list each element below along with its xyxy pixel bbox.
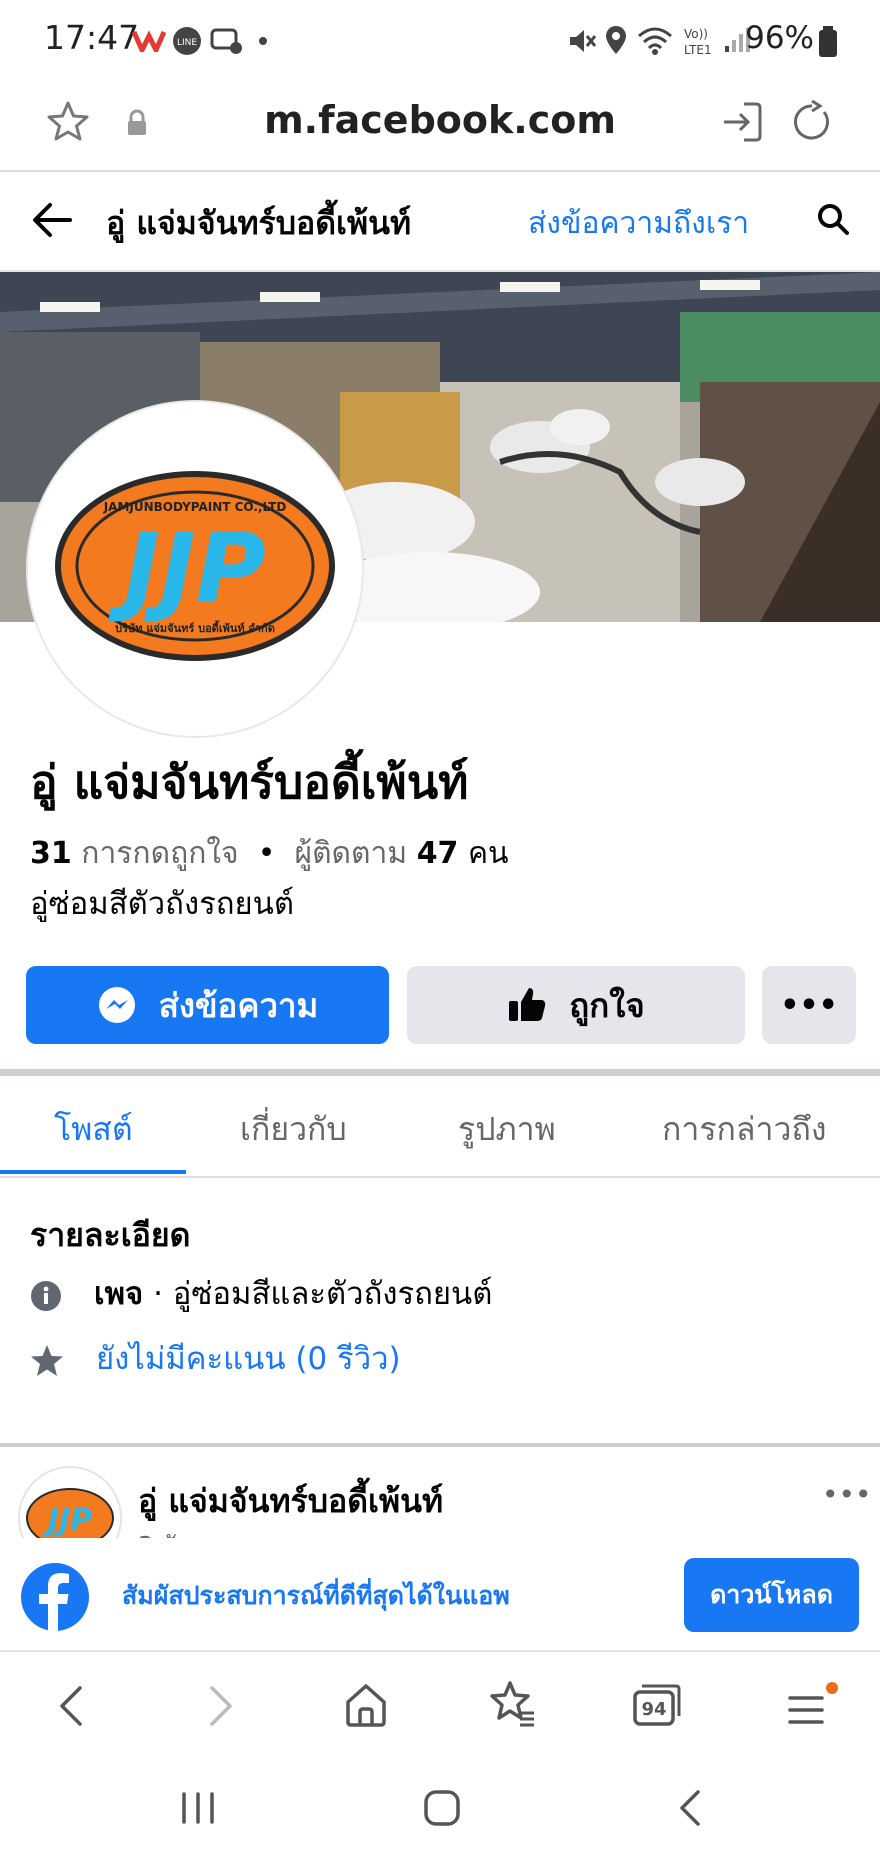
detail-rating: ยังไม่มีคะแนน (0 รีวิว) — [30, 1333, 401, 1383]
status-bar: 17:47 LINE Vo)) LTE1 96% — [0, 0, 880, 82]
tab-count: 94 — [641, 1699, 666, 1720]
tab-photos[interactable]: รูปภาพ — [458, 1104, 556, 1155]
facebook-logo-icon — [21, 1563, 89, 1631]
download-app-button[interactable]: ดาวน์โหลด — [684, 1558, 859, 1632]
like-label: ถูกใจ — [569, 985, 645, 1025]
stats-separator: • — [257, 836, 276, 871]
sign-in-icon[interactable] — [720, 100, 764, 144]
line-app-icon: LINE — [173, 27, 201, 55]
followers-unit: คน — [467, 836, 509, 871]
menu-icon[interactable] — [784, 1680, 840, 1730]
messenger-icon — [98, 987, 135, 1023]
tabs-icon[interactable]: 94 — [632, 1682, 682, 1728]
reload-icon[interactable] — [790, 100, 834, 144]
wifi-icon — [638, 27, 672, 55]
like-button[interactable]: ถูกใจ — [407, 966, 745, 1044]
send-message-button[interactable]: ส่งข้อความ — [26, 966, 389, 1044]
page-category: อู่ซ่อมสีตัวถังรถยนต์ — [30, 886, 294, 922]
likes-count: 31 — [30, 836, 72, 871]
bookmarks-icon[interactable] — [488, 1680, 538, 1730]
details-heading: รายละเอียด — [30, 1216, 191, 1254]
status-time: 17:47 — [44, 18, 140, 57]
header-page-title: อู่ แจ่มจันทร์บอดี้เพ้นท์ — [106, 204, 412, 242]
system-back-icon[interactable] — [670, 1788, 710, 1828]
star-icon — [31, 1344, 63, 1376]
tab-posts[interactable]: โพสต์ — [54, 1104, 133, 1155]
more-notifications-dot-icon — [259, 37, 267, 45]
browser-back-icon[interactable] — [52, 1684, 92, 1728]
send-message-label: ส่งข้อความ — [158, 985, 319, 1025]
app-banner-text: สัมผัสประสบการณ์ที่ดีที่สุดได้ในแอพ — [122, 1581, 510, 1610]
system-navigation-bar — [0, 1762, 880, 1858]
followers-label: ผู้ติดตาม — [294, 836, 408, 871]
page-tabs: โพสต์ เกี่ยวกับ รูปภาพ การกล่าวถึง — [0, 1076, 880, 1178]
section-divider-2 — [0, 1443, 880, 1447]
rating-link[interactable]: ยังไม่มีคะแนน (0 รีวิว) — [96, 1341, 401, 1377]
detail-page-category: เพจ · อู่ซ่อมสีและตัวถังรถยนต์ — [30, 1268, 492, 1318]
section-divider — [0, 1069, 880, 1076]
followers-count: 47 — [416, 836, 459, 871]
more-options-button[interactable]: ••• — [762, 966, 856, 1044]
active-tab-indicator — [0, 1170, 186, 1174]
mute-icon — [570, 30, 596, 52]
system-home-icon[interactable] — [422, 1788, 462, 1828]
profile-picture[interactable]: JAMJUNBODYPAINT CO.,LTD JJP บริษัท แจ่มจ… — [28, 402, 362, 736]
more-options-label: ••• — [780, 987, 838, 1023]
logo-letters: JJP — [108, 513, 266, 625]
battery-percentage: 96% — [745, 20, 814, 56]
volte-icon: Vo)) LTE1 — [684, 27, 712, 57]
svg-text:Vo)): Vo)) — [684, 27, 708, 41]
back-arrow-icon[interactable] — [30, 200, 74, 240]
app-notification-icon — [132, 30, 166, 52]
small-logo-letters: JJP — [43, 1503, 92, 1538]
browser-forward-icon[interactable] — [200, 1684, 240, 1728]
messenger-notification-icon — [210, 28, 242, 54]
location-icon — [606, 26, 626, 54]
logo-arc-text: JAMJUNBODYPAINT CO.,LTD — [103, 500, 287, 514]
logo-bottom-text: บริษัท แจ่มจันทร์ บอดี้เพ้นท์ จำกัด — [115, 620, 275, 635]
search-icon[interactable] — [816, 202, 850, 236]
detail-page-category-text: · อู่ซ่อมสีและตัวถังรถยนต์ — [153, 1276, 493, 1312]
info-icon — [31, 1280, 61, 1311]
svg-text:LTE1: LTE1 — [684, 43, 712, 57]
page-stats: 31 การกดถูกใจ • ผู้ติดตาม 47 คน — [30, 830, 509, 877]
browser-url-bar: m.facebook.com — [0, 82, 880, 172]
post-more-button[interactable]: ••• — [822, 1478, 872, 1511]
header-message-link[interactable]: ส่งข้อความถึงเรา — [528, 200, 749, 247]
page-name: อู่ แจ่มจันทร์บอดี้เพ้นท์ — [30, 755, 469, 809]
home-icon[interactable] — [344, 1682, 388, 1728]
post-author-name[interactable]: อู่ แจ่มจันทร์บอดี้เพ้นท์ — [138, 1476, 443, 1527]
battery-icon — [819, 26, 837, 57]
browser-toolbar: 94 — [0, 1652, 880, 1762]
detail-page-label: เพจ — [94, 1276, 144, 1312]
svg-text:LINE: LINE — [177, 38, 197, 48]
tab-mentions[interactable]: การกล่าวถึง — [662, 1104, 826, 1155]
thumbs-up-icon — [509, 988, 546, 1021]
open-app-banner: สัมผัสประสบการณ์ที่ดีที่สุดได้ในแอพ ดาวน… — [0, 1538, 880, 1652]
jjp-logo: JAMJUNBODYPAINT CO.,LTD JJP บริษัท แจ่มจ… — [55, 471, 335, 661]
page-header: อู่ แจ่มจันทร์บอดี้เพ้นท์ ส่งข้อความถึงเ… — [0, 172, 880, 272]
likes-label: การกดถูกใจ — [81, 836, 239, 871]
tab-about[interactable]: เกี่ยวกับ — [240, 1104, 347, 1155]
recent-apps-icon[interactable] — [178, 1790, 218, 1826]
